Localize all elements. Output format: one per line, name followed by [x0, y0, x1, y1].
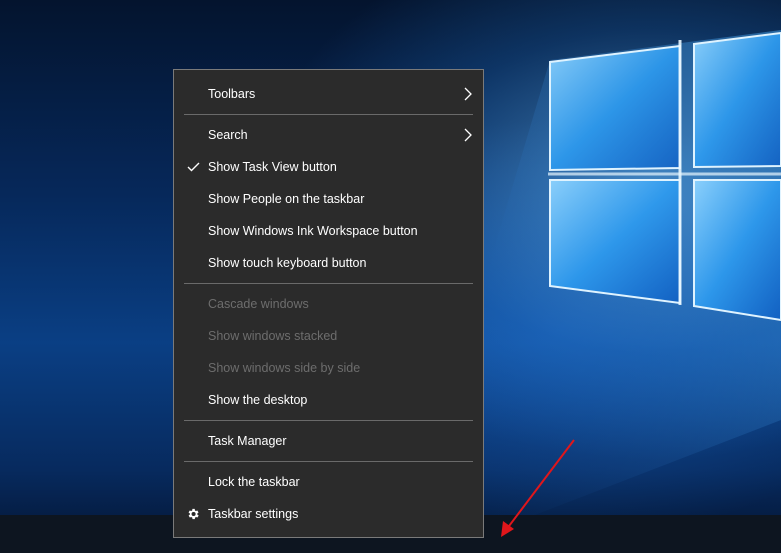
menu-item-label: Search: [208, 128, 248, 142]
menu-separator: [184, 114, 473, 115]
menu-item-show-desktop[interactable]: Show the desktop: [174, 384, 483, 416]
menu-item-label: Cascade windows: [208, 297, 309, 311]
menu-item-search[interactable]: Search: [174, 119, 483, 151]
menu-item-cascade-windows: Cascade windows: [174, 288, 483, 320]
menu-item-task-manager[interactable]: Task Manager: [174, 425, 483, 457]
menu-item-show-task-view[interactable]: Show Task View button: [174, 151, 483, 183]
menu-item-taskbar-settings[interactable]: Taskbar settings: [174, 498, 483, 530]
menu-item-label: Show touch keyboard button: [208, 256, 367, 270]
menu-item-label: Toolbars: [208, 87, 256, 101]
menu-item-show-windows-ink[interactable]: Show Windows Ink Workspace button: [174, 215, 483, 247]
menu-item-label: Lock the taskbar: [208, 475, 300, 489]
chevron-right-icon: [463, 119, 473, 151]
menu-item-label: Show windows side by side: [208, 361, 361, 375]
chevron-right-icon: [463, 78, 473, 110]
menu-item-show-people[interactable]: Show People on the taskbar: [174, 183, 483, 215]
menu-item-label: Show windows stacked: [208, 329, 338, 343]
menu-separator: [184, 420, 473, 421]
menu-item-show-touch-keyboard[interactable]: Show touch keyboard button: [174, 247, 483, 279]
menu-separator: [184, 461, 473, 462]
menu-item-label: Show Task View button: [208, 160, 337, 174]
checkmark-icon: [185, 151, 201, 183]
menu-item-show-windows-side-by-side: Show windows side by side: [174, 352, 483, 384]
menu-item-label: Task Manager: [208, 434, 287, 448]
menu-item-label: Show People on the taskbar: [208, 192, 365, 206]
gear-icon: [185, 498, 201, 530]
menu-item-label: Show the desktop: [208, 393, 308, 407]
menu-item-lock-taskbar[interactable]: Lock the taskbar: [174, 466, 483, 498]
taskbar-context-menu: Toolbars Search Show Task View button Sh…: [173, 69, 484, 538]
menu-item-label: Taskbar settings: [208, 507, 299, 521]
menu-separator: [184, 283, 473, 284]
menu-item-show-windows-stacked: Show windows stacked: [174, 320, 483, 352]
menu-item-label: Show Windows Ink Workspace button: [208, 224, 418, 238]
menu-item-toolbars[interactable]: Toolbars: [174, 78, 483, 110]
